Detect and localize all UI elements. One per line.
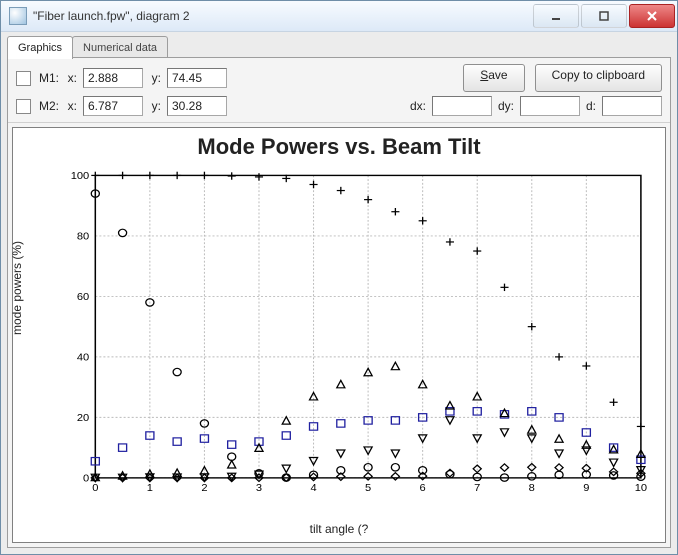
dx-field[interactable]: [432, 96, 492, 116]
minimize-icon: [550, 10, 562, 22]
close-button[interactable]: [629, 4, 675, 28]
copy-button[interactable]: Copy to clipboard: [535, 64, 662, 92]
svg-text:1: 1: [147, 482, 153, 493]
marker-row-m1: M1: x: 2.888 y: 74.45 Save Copy to clipb…: [16, 64, 662, 92]
m2-y-field[interactable]: 30.28: [167, 96, 227, 116]
svg-text:2: 2: [201, 482, 207, 493]
graphics-panel: M1: x: 2.888 y: 74.45 Save Copy to clipb…: [7, 57, 671, 548]
client-area: Graphics Numerical data M1: x: 2.888 y: …: [1, 32, 677, 554]
m1-y-label: y:: [149, 71, 161, 85]
save-button[interactable]: Save: [463, 64, 524, 92]
m1-checkbox[interactable]: [16, 71, 31, 86]
svg-text:9: 9: [583, 482, 589, 493]
chart-xlabel: tilt angle (?: [13, 522, 665, 536]
titlebar[interactable]: "Fiber launch.fpw", diagram 2: [1, 1, 677, 32]
minimize-button[interactable]: [533, 4, 579, 28]
dx-label: dx:: [410, 99, 426, 113]
chart-svg: 012345678910020406080100: [65, 168, 651, 502]
chart-ylabel: mode powers (%): [10, 241, 24, 335]
maximize-icon: [598, 10, 610, 22]
svg-text:4: 4: [310, 482, 316, 493]
svg-text:0: 0: [83, 473, 89, 484]
svg-text:0: 0: [92, 482, 98, 493]
m2-y-label: y:: [149, 99, 161, 113]
svg-text:5: 5: [365, 482, 371, 493]
svg-text:7: 7: [474, 482, 480, 493]
svg-text:40: 40: [77, 352, 89, 363]
tab-graphics[interactable]: Graphics: [7, 36, 73, 59]
svg-text:100: 100: [71, 171, 90, 182]
marker-row-m2: M2: x: 6.787 y: 30.28 dx: dy: d:: [16, 96, 662, 116]
d-field[interactable]: [602, 96, 662, 116]
svg-text:8: 8: [529, 482, 535, 493]
dy-field[interactable]: [520, 96, 580, 116]
m1-label: M1:: [37, 71, 59, 85]
svg-text:80: 80: [77, 231, 89, 242]
chart-title: Mode Powers vs. Beam Tilt: [13, 128, 665, 162]
m2-x-label: x:: [65, 99, 77, 113]
m1-y-field[interactable]: 74.45: [167, 68, 227, 88]
maximize-button[interactable]: [581, 4, 627, 28]
app-window: "Fiber launch.fpw", diagram 2 Graphics N…: [0, 0, 678, 555]
d-label: d:: [586, 99, 596, 113]
svg-text:3: 3: [256, 482, 262, 493]
svg-text:6: 6: [420, 482, 426, 493]
coord-controls: M1: x: 2.888 y: 74.45 Save Copy to clipb…: [8, 58, 670, 123]
m2-checkbox[interactable]: [16, 99, 31, 114]
plot-wrap: 012345678910020406080100: [65, 168, 651, 502]
tab-strip: Graphics Numerical data: [7, 36, 671, 58]
svg-text:20: 20: [77, 412, 89, 423]
tab-numerical-data[interactable]: Numerical data: [72, 36, 168, 59]
m1-x-field[interactable]: 2.888: [83, 68, 143, 88]
m1-x-label: x:: [65, 71, 77, 85]
m2-x-field[interactable]: 6.787: [83, 96, 143, 116]
window-title: "Fiber launch.fpw", diagram 2: [33, 9, 533, 23]
m2-label: M2:: [37, 99, 59, 113]
chart-area[interactable]: Mode Powers vs. Beam Tilt mode powers (%…: [12, 127, 666, 543]
svg-text:60: 60: [77, 292, 89, 303]
close-icon: [646, 10, 658, 22]
app-icon: [9, 7, 27, 25]
dy-label: dy:: [498, 99, 514, 113]
svg-text:10: 10: [635, 482, 647, 493]
